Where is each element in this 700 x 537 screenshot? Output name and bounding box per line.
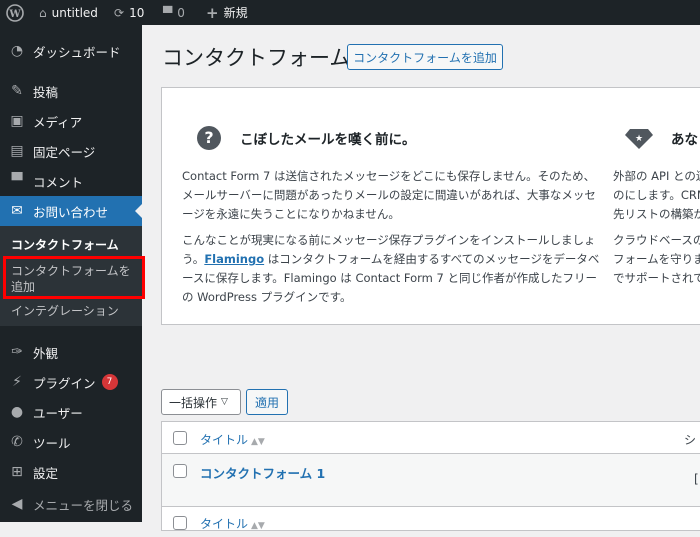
- chevron-down-icon: ▽: [221, 397, 228, 407]
- form-title-link[interactable]: コンタクトフォーム 1: [200, 463, 325, 482]
- card-heading: こぼしたメールを嘆く前に。: [240, 132, 416, 148]
- select-all-checkbox-footer[interactable]: [173, 516, 187, 530]
- sidebar-item-label: ユーザー: [33, 405, 83, 421]
- apply-button[interactable]: 適用: [246, 389, 288, 415]
- sidebar-item-brush[interactable]: ✑ 外観: [0, 337, 142, 367]
- sidebar-item-label: メニューを閉じる: [33, 497, 134, 513]
- info-card: ? こぼしたメールを嘆く前に。 Contact Form 7 は送信されたメッセ…: [161, 87, 700, 325]
- sidebar-item-label: お問い合わせ: [33, 204, 109, 220]
- sidebar-item-label: 外観: [33, 345, 59, 361]
- sidebar-item-label: プラグイン: [33, 375, 96, 391]
- plugin-icon: ⚡: [12, 374, 22, 390]
- collapse-icon: ◀: [11, 496, 23, 512]
- card-paragraph: こんなことが現実になる前にメッセージ保存プラグインをインストールしましょう。Fl…: [182, 233, 600, 304]
- svg-text:W: W: [8, 9, 21, 20]
- new-content-link[interactable]: + 新規: [206, 0, 248, 25]
- add-contact-form-button[interactable]: コンタクトフォームを追加: [347, 44, 503, 70]
- brush-icon: ✑: [11, 344, 23, 360]
- forms-table: タイトル ▲▼ シ コンタクトフォーム 1 [ タイトル ▲▼: [161, 421, 700, 531]
- highlight-box: [3, 256, 145, 299]
- diamond-icon: ★: [625, 129, 653, 149]
- submenu-contact-forms[interactable]: コンタクトフォーム: [11, 237, 119, 253]
- sidebar-item-label: 固定ページ: [33, 144, 96, 160]
- sidebar-item-plugin[interactable]: ⚡ プラグイン 7: [0, 367, 142, 397]
- comments-link[interactable]: ▀ 0: [163, 0, 185, 25]
- sidebar-item-label: 投稿: [33, 84, 59, 100]
- sidebar-item-collapse[interactable]: ◀ メニューを閉じる: [0, 489, 142, 519]
- pin-icon: ✎: [11, 83, 23, 99]
- plus-icon: +: [206, 3, 219, 22]
- sidebar-item-dashboard[interactable]: ◔ ダッシュボード: [0, 36, 142, 66]
- title-column-sort-footer[interactable]: タイトル ▲▼: [200, 515, 265, 532]
- updates-icon: ⟳: [114, 5, 125, 20]
- wrench-icon: ✆: [11, 434, 23, 450]
- update-count-badge: 7: [101, 374, 118, 390]
- row-checkbox[interactable]: [173, 464, 187, 478]
- sidebar-item-mail[interactable]: ✉ お問い合わせ: [0, 196, 142, 226]
- main-content: コンタクトフォーム コンタクトフォームを追加 ? こぼしたメールを嘆く前に。 C…: [142, 25, 700, 531]
- sidebar-item-wrench[interactable]: ✆ ツール: [0, 427, 142, 457]
- sidebar-item-pin[interactable]: ✎ 投稿: [0, 76, 142, 106]
- sidebar-item-label: 設定: [33, 465, 59, 481]
- settings-icon: ⊞: [11, 464, 23, 480]
- table-row: コンタクトフォーム 1 [: [162, 454, 700, 507]
- select-all-checkbox[interactable]: [173, 431, 187, 445]
- dashboard-icon: ◔: [10, 43, 24, 59]
- home-icon: ⌂: [39, 5, 47, 20]
- comment-icon: ▀: [11, 173, 23, 189]
- table-header: タイトル ▲▼ シ: [162, 422, 700, 454]
- table-footer: タイトル ▲▼: [162, 507, 700, 537]
- sidebar-item-media[interactable]: ▣ メディア: [0, 106, 142, 136]
- title-column-sort[interactable]: タイトル ▲▼: [200, 431, 265, 448]
- svg-text:★: ★: [635, 134, 643, 144]
- sidebar-item-comment[interactable]: ▀ コメント: [0, 166, 142, 196]
- sidebar-item-label: ツール: [33, 435, 71, 451]
- sidebar-item-label: ダッシュボード: [33, 44, 121, 60]
- bulk-actions-select[interactable]: 一括操作 ▽: [161, 389, 241, 415]
- media-icon: ▣: [10, 113, 24, 129]
- admin-bar: W ⌂ untitled ⟳ 10 ▀ 0 + 新規: [0, 0, 700, 25]
- site-link[interactable]: ⌂ untitled: [39, 0, 98, 25]
- user-icon: ●: [10, 404, 24, 420]
- comment-icon: ▀: [163, 5, 173, 20]
- sidebar-item-user[interactable]: ● ユーザー: [0, 397, 142, 427]
- page-icon: ▤: [10, 143, 24, 159]
- sidebar-item-label: メディア: [33, 114, 83, 130]
- card-paragraph: Contact Form 7 は送信されたメッセージをどこにも保存しません。その…: [182, 169, 596, 221]
- flamingo-link[interactable]: Flamingo: [204, 252, 264, 266]
- question-icon: ?: [197, 126, 221, 150]
- page-title: コンタクトフォーム: [162, 46, 351, 70]
- sidebar-item-settings[interactable]: ⊞ 設定: [0, 457, 142, 487]
- submenu-integration[interactable]: インテグレーション: [11, 303, 119, 319]
- mail-icon: ✉: [11, 203, 23, 219]
- updates-link[interactable]: ⟳ 10: [114, 0, 144, 25]
- sort-icon: ▲▼: [251, 437, 265, 447]
- sidebar-item-label: コメント: [33, 174, 84, 190]
- sidebar-item-page[interactable]: ▤ 固定ページ: [0, 136, 142, 166]
- wordpress-logo-icon[interactable]: W: [6, 0, 24, 25]
